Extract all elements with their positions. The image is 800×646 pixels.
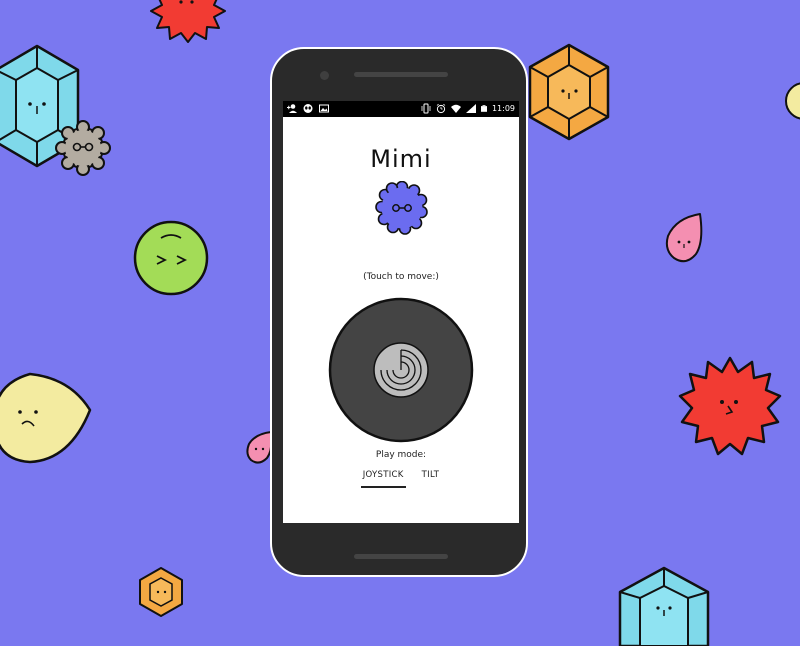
phone-screen: 11:09 Mimi (Touch to move:) Play mode: J… <box>283 101 519 523</box>
status-time: 11:09 <box>491 104 515 113</box>
front-camera <box>320 71 329 80</box>
orange-gem-character <box>528 43 610 141</box>
blue-gem-character-bottom <box>618 566 710 646</box>
vibrate-icon <box>421 103 431 114</box>
red-star-character <box>150 0 226 43</box>
alien-icon <box>303 104 313 113</box>
tab-tilt[interactable]: TILT <box>420 470 442 488</box>
bottom-speaker <box>354 554 448 559</box>
gray-cloud-character <box>55 120 111 176</box>
phone-frame: 11:09 Mimi (Touch to move:) Play mode: J… <box>270 47 528 577</box>
battery-icon <box>480 105 487 112</box>
orange-gem-small-character <box>139 567 183 617</box>
wifi-icon <box>450 104 461 113</box>
pink-drop-character <box>665 213 703 263</box>
signal-icon <box>465 104 476 113</box>
play-mode-label: Play mode: <box>375 450 427 460</box>
top-speaker <box>354 72 448 77</box>
character-name-title: Mimi <box>370 145 432 173</box>
yellow-blob-edge-character <box>785 82 800 120</box>
play-mode-tabs: JOYSTICK TILT <box>283 470 519 488</box>
joystick-knob[interactable] <box>373 342 429 398</box>
character-avatar[interactable] <box>375 181 429 235</box>
person-add-icon <box>287 104 297 113</box>
yellow-drop-character <box>0 372 92 464</box>
image-icon <box>319 104 329 113</box>
red-star-character-right <box>678 356 782 456</box>
joystick-pad[interactable] <box>328 297 474 443</box>
touch-hint-text: (Touch to move:) <box>363 272 439 282</box>
green-ball-character <box>133 220 209 296</box>
status-bar: 11:09 <box>283 101 519 117</box>
alarm-icon <box>436 103 446 114</box>
tab-joystick[interactable]: JOYSTICK <box>360 470 406 488</box>
